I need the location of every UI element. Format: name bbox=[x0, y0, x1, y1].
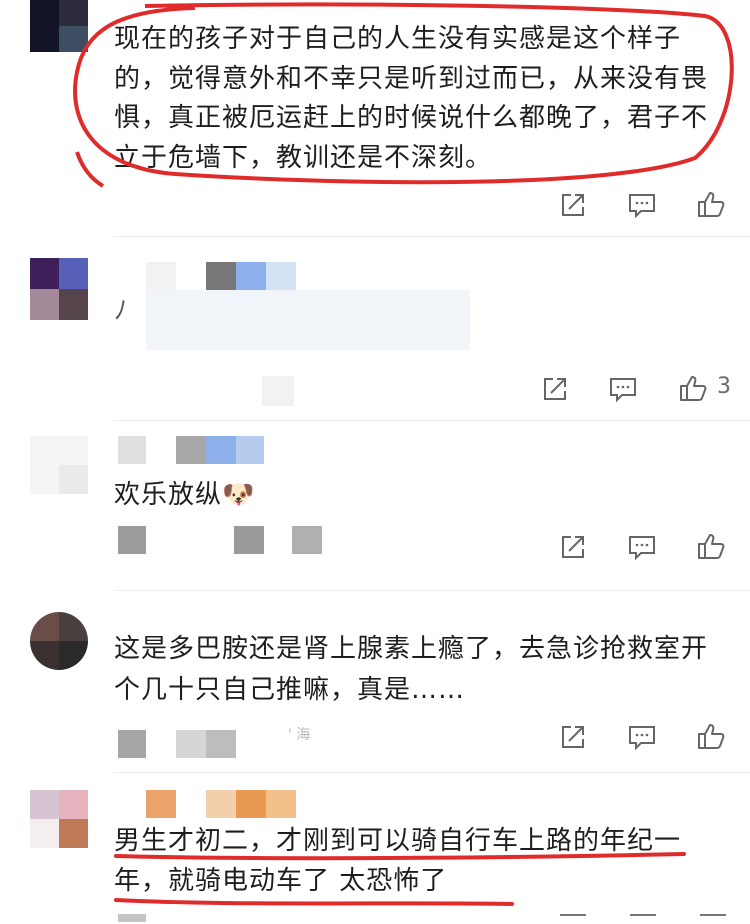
meta-fragment: ' 海 bbox=[288, 727, 311, 743]
username-mosaic bbox=[146, 262, 296, 290]
share-icon-partial[interactable] bbox=[560, 914, 586, 924]
share-icon[interactable] bbox=[558, 190, 588, 220]
location-mosaic bbox=[176, 730, 206, 758]
comment-icon[interactable] bbox=[627, 722, 657, 752]
timestamp-mosaic bbox=[118, 914, 146, 922]
timestamp-mosaic bbox=[118, 730, 146, 758]
comment-text-line: 个几十只自己推嘛，真是…… bbox=[114, 675, 466, 705]
timestamp-mosaic bbox=[262, 376, 294, 406]
separator bbox=[114, 236, 750, 237]
location-mosaic bbox=[292, 526, 322, 554]
avatar[interactable] bbox=[30, 258, 88, 320]
separator bbox=[114, 590, 750, 591]
like-count: 3 bbox=[717, 374, 731, 399]
share-icon[interactable] bbox=[558, 532, 588, 562]
comment-icon[interactable] bbox=[627, 190, 657, 220]
comment-text-line: ﾉ bbox=[114, 296, 129, 326]
avatar[interactable] bbox=[30, 612, 88, 670]
share-icon[interactable] bbox=[540, 374, 570, 404]
comment-icon[interactable] bbox=[627, 532, 657, 562]
comment-icon[interactable] bbox=[608, 374, 638, 404]
annotation-oval bbox=[73, 2, 734, 188]
like-icon[interactable] bbox=[696, 531, 726, 561]
annotation-underline bbox=[114, 852, 686, 906]
like-icon[interactable] bbox=[678, 373, 708, 403]
location-mosaic bbox=[206, 730, 236, 758]
share-icon[interactable] bbox=[558, 722, 588, 752]
avatar[interactable] bbox=[30, 436, 88, 494]
like-icon[interactable] bbox=[696, 721, 726, 751]
comment-text-line: 这是多巴胺还是肾上腺素上瘾了，去急诊抢救室开 bbox=[114, 634, 709, 664]
like-icon[interactable] bbox=[696, 189, 726, 219]
separator bbox=[114, 772, 750, 773]
comment-text-line: 欢乐放纵🐶 bbox=[114, 480, 256, 510]
avatar[interactable] bbox=[30, 790, 88, 848]
location-mosaic bbox=[234, 526, 264, 554]
blurred-content bbox=[146, 290, 470, 350]
timestamp-mosaic bbox=[118, 526, 146, 554]
separator bbox=[114, 420, 750, 421]
comment-icon-partial[interactable] bbox=[630, 914, 656, 924]
username-mosaic bbox=[118, 436, 264, 464]
like-icon-partial[interactable] bbox=[700, 914, 726, 924]
username-mosaic bbox=[146, 790, 322, 818]
